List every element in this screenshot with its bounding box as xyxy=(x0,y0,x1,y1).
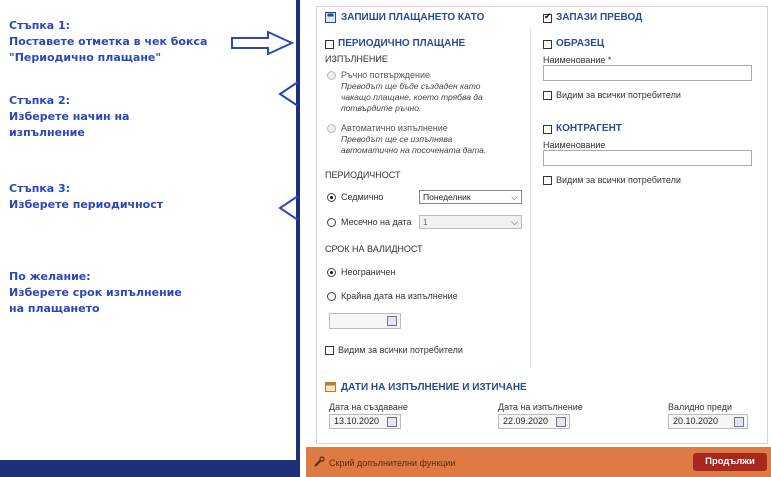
visible-all-checkbox[interactable] xyxy=(325,346,334,355)
arrow-left-icon xyxy=(278,81,299,107)
guide-step-1: Стъпка 1: Поставете отметка в чек бокса … xyxy=(9,18,207,66)
guide-step-2-line1: Изберете начин на xyxy=(9,110,130,123)
counterparty-visible-all-checkbox[interactable] xyxy=(543,176,552,185)
validity-label: СРОК НА ВАЛИДНОСТ xyxy=(325,244,423,254)
counterparty-label: КОНТРАГЕНТ xyxy=(556,123,622,134)
weekday-select-value: Понеделник xyxy=(423,192,471,202)
save-transfer-checkbox[interactable] xyxy=(543,12,552,23)
monthly-radio[interactable] xyxy=(327,218,336,227)
guide-step-2-line2: изпълнение xyxy=(9,126,85,139)
guide-step-3-line1: Изберете периодичност xyxy=(9,198,164,211)
end-date-input[interactable] xyxy=(329,313,401,329)
manual-desc-line2: чакащо плащане, което трябва да xyxy=(341,92,483,102)
periodic-payment-label: ПЕРИОДИЧНО ПЛАЩАНЕ xyxy=(338,38,466,49)
template-label: ОБРАЗЕЦ xyxy=(556,38,605,49)
visible-all-label: Видим за всички потребители xyxy=(338,345,463,355)
execution-label: ИЗПЪЛНЕНИЕ xyxy=(325,54,388,64)
template-name-label: Наименование * xyxy=(543,55,612,65)
manual-confirm-radio[interactable] xyxy=(327,71,336,80)
auto-execution-desc: Преводът ще се изпълнява автоматично на … xyxy=(341,134,486,156)
execution-date-label: Дата на изпълнение xyxy=(498,402,583,412)
hide-extra-functions-link[interactable]: Скрий допълнителни функции xyxy=(329,458,455,468)
save-payment-title: ЗАПИШИ ПЛАЩАНЕТО КАТО xyxy=(341,12,485,23)
chevron-down-icon: ⌵ xyxy=(511,217,518,227)
calendar-icon[interactable] xyxy=(556,417,566,427)
manual-confirm-label: Ръчно потвърждение xyxy=(341,70,430,80)
counterparty-visible-all-label: Видим за всички потребители xyxy=(556,175,681,185)
wrench-icon xyxy=(314,456,325,467)
monthly-label: Месечно на дата xyxy=(341,217,412,227)
auto-desc-line2: автоматично на посочената дата. xyxy=(341,145,487,155)
weekly-radio[interactable] xyxy=(327,193,336,202)
guide-optional: По желание: Изберете срок изпълнение на … xyxy=(9,269,182,317)
unlimited-label: Неограничен xyxy=(341,267,396,277)
guide-step-1-title: Стъпка 1: xyxy=(9,19,71,32)
created-date-field: 13.10.2020 xyxy=(329,414,401,429)
periodicity-label: ПЕРИОДИЧНОСТ xyxy=(325,170,401,180)
guide-step-1-line2: "Периодично плащане" xyxy=(9,51,162,64)
calendar-icon[interactable] xyxy=(734,417,744,427)
guide-optional-line1: Изберете срок изпълнение xyxy=(9,286,182,299)
guide-step-2-title: Стъпка 2: xyxy=(9,94,71,107)
calendar-icon xyxy=(387,417,397,427)
end-date-label: Крайна дата на изпълнение xyxy=(341,291,458,301)
auto-desc-line1: Преводът ще се изпълнява xyxy=(341,134,453,144)
calendar-icon xyxy=(325,382,336,392)
guide-step-1-line1: Поставете отметка в чек бокса xyxy=(9,35,208,48)
periodic-payment-checkbox[interactable] xyxy=(325,40,334,49)
execution-date-field[interactable]: 22.09.2020 xyxy=(498,414,570,429)
template-visible-all-checkbox[interactable] xyxy=(543,91,552,100)
arrow-left-icon xyxy=(278,195,299,221)
weekly-label: Седмично xyxy=(341,192,384,202)
save-transfer-title: ЗАПАЗИ ПРЕВОД xyxy=(556,12,643,23)
weekday-select[interactable]: Понеделник ⌵ xyxy=(419,190,522,204)
counterparty-name-input[interactable] xyxy=(543,150,752,166)
created-date-label: Дата на създаване xyxy=(329,402,408,412)
valid-before-value: 20.10.2020 xyxy=(673,416,719,426)
execution-date-value: 22.09.2020 xyxy=(503,416,549,426)
valid-before-field[interactable]: 20.10.2020 xyxy=(668,414,748,429)
dates-title: ДАТИ НА ИЗПЪЛНЕНИЕ И ИЗТИЧАНЕ xyxy=(341,382,527,393)
manual-confirm-desc: Преводът ще бъде създаден като чакащо пл… xyxy=(341,81,483,114)
template-checkbox[interactable] xyxy=(543,40,552,49)
guide-panel-inner xyxy=(0,0,296,460)
calendar-icon[interactable] xyxy=(387,316,397,326)
template-visible-all-label: Видим за всички потребители xyxy=(556,90,681,100)
guide-step-3: Стъпка 3: Изберете периодичност xyxy=(9,181,163,213)
auto-execution-label: Автоматично изпълнение xyxy=(341,123,448,133)
end-date-radio[interactable] xyxy=(327,292,336,301)
guide-panel xyxy=(0,0,300,477)
counterparty-checkbox[interactable] xyxy=(543,125,552,134)
manual-desc-line1: Преводът ще бъде създаден като xyxy=(341,81,481,91)
guide-step-3-title: Стъпка 3: xyxy=(9,182,71,195)
auto-execution-radio[interactable] xyxy=(327,124,336,133)
valid-before-label: Валидно преди xyxy=(668,402,732,412)
guide-optional-line2: на плащането xyxy=(9,302,100,315)
continue-button[interactable]: Продължи xyxy=(693,453,767,471)
unlimited-radio[interactable] xyxy=(327,268,336,277)
month-day-select-value: 1 xyxy=(423,217,428,227)
column-divider xyxy=(530,28,531,368)
chevron-down-icon: ⌵ xyxy=(511,192,518,202)
arrow-right-icon xyxy=(231,30,294,56)
manual-desc-line3: потвърдите ръчно. xyxy=(341,103,422,113)
created-date-value: 13.10.2020 xyxy=(334,416,380,426)
month-day-select[interactable]: 1 ⌵ xyxy=(419,215,522,229)
guide-optional-title: По желание: xyxy=(9,270,91,283)
guide-step-2: Стъпка 2: Изберете начин на изпълнение xyxy=(9,93,129,141)
template-name-input[interactable] xyxy=(543,65,752,81)
save-icon xyxy=(325,12,336,23)
counterparty-name-label: Наименование xyxy=(543,140,606,150)
